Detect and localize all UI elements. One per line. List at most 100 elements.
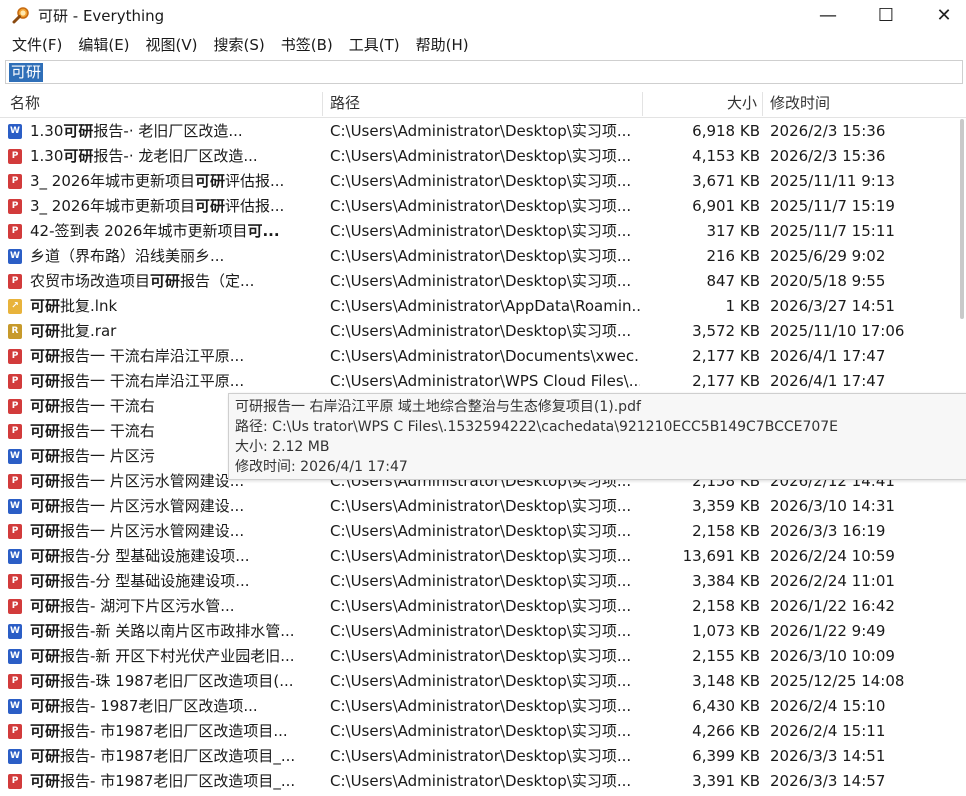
- table-row[interactable]: P 可研报告一 干流右岸沿江平原... C:\Users\Administrator…: [0, 369, 966, 394]
- file-name: 农贸市场改造项目可研报告（定...: [30, 269, 320, 294]
- table-row[interactable]: W 可研报告-新 开区下村光伏产业园老旧... C:\Users\Administr…: [0, 644, 966, 669]
- table-row[interactable]: P 可研报告-珠 1987老旧厂区改造项目(... C:\Users\Adminis…: [0, 669, 966, 694]
- file-name-match: 可研: [30, 497, 61, 515]
- file-modified: 2026/2/3 15:36: [770, 122, 886, 140]
- file-name: 3_ 2026年城市更新项目可研评估报...: [30, 194, 320, 219]
- pdf-file-icon: P: [8, 574, 22, 589]
- file-path: C:\Users\Administrator\AppData\Roamin...: [330, 297, 640, 315]
- file-name-match: 可研: [30, 772, 61, 790]
- file-path: C:\Users\Administrator\Desktop\实习项...: [330, 672, 632, 690]
- pdf-file-icon: P: [8, 724, 22, 739]
- table-row[interactable]: P 可研报告-分 型基础设施建设项... C:\Users\Administrato…: [0, 569, 966, 594]
- file-size: 2,158 KB: [692, 522, 760, 540]
- menu-tools[interactable]: 工具(T): [341, 31, 408, 59]
- file-size: 3,384 KB: [692, 572, 760, 590]
- file-name-suffix: 评估报...: [225, 172, 285, 190]
- table-row[interactable]: P 可研报告- 市1987老旧厂区改造项目... C:\Users\Administ…: [0, 719, 966, 744]
- table-row[interactable]: P 可研报告- 湖河下片区污水管... C:\Users\Administrator…: [0, 594, 966, 619]
- maximize-button[interactable]: ☐: [858, 0, 914, 30]
- file-path: C:\Users\Administrator\Desktop\实习项...: [330, 647, 632, 665]
- file-name-match: 可研: [30, 397, 61, 415]
- column-header-path[interactable]: 路径: [330, 90, 360, 117]
- table-row[interactable]: W 可研报告一 片区污水管网建设... C:\Users\Administrator…: [0, 494, 966, 519]
- file-name-suffix: 报告- 市1987老旧厂区改造项目_...: [60, 772, 296, 790]
- close-button[interactable]: ✕: [916, 0, 966, 30]
- pdf-file-icon: P: [8, 599, 22, 614]
- pdf-file-icon: P: [8, 524, 22, 539]
- table-row[interactable]: P 农贸市场改造项目可研报告（定... C:\Users\Administrato…: [0, 269, 966, 294]
- menu-file[interactable]: 文件(F): [4, 31, 70, 59]
- file-path: C:\Users\Administrator\Desktop\实习项...: [330, 597, 632, 615]
- file-name-suffix: 报告一 片区污水管网建设...: [60, 472, 245, 490]
- column-header-name[interactable]: 名称: [10, 90, 40, 117]
- table-row[interactable]: P 42-签到表 2026年城市更新项目可... C:\Users\Administ…: [0, 219, 966, 244]
- table-row[interactable]: W 可研报告-新 关路以南片区市政排水管... C:\Users\Administr…: [0, 619, 966, 644]
- column-header-modified[interactable]: 修改时间: [770, 90, 830, 117]
- table-row[interactable]: W 可研报告- 市1987老旧厂区改造项目_... C:\Users\Adminis…: [0, 744, 966, 769]
- pdf-file-icon: P: [8, 474, 22, 489]
- file-modified: 2025/11/10 17:06: [770, 322, 905, 340]
- table-row[interactable]: P 可研报告一 干流右岸沿江平原... C:\Users\Administrator…: [0, 344, 966, 369]
- file-path: C:\Users\Administrator\Desktop\实习项...: [330, 322, 632, 340]
- search-input[interactable]: 可研: [5, 60, 963, 84]
- file-modified: 2026/3/10 14:31: [770, 497, 895, 515]
- lnk-file-icon: ↗: [8, 299, 22, 314]
- table-row[interactable]: P 可研报告一 片区污水管网建设... C:\Users\Administrator…: [0, 519, 966, 544]
- file-modified: 2026/3/27 14:51: [770, 297, 895, 315]
- file-name-match: 可研: [30, 572, 61, 590]
- file-size: 6,918 KB: [692, 122, 760, 140]
- file-name-suffix: 批复.lnk: [60, 297, 118, 315]
- table-row[interactable]: ↗ 可研批复.lnk C:\Users\Administrator\AppData\…: [0, 294, 966, 319]
- column-divider[interactable]: [322, 92, 323, 116]
- file-name: 可研报告- 市1987老旧厂区改造项目_...: [30, 769, 320, 794]
- file-modified: 2026/2/24 10:59: [770, 547, 895, 565]
- window-title: 可研 - Everything: [38, 7, 165, 25]
- file-name-match: 可研: [30, 447, 61, 465]
- file-path: C:\Users\Administrator\Desktop\实习项...: [330, 147, 632, 165]
- table-row[interactable]: P 3_ 2026年城市更新项目可研评估报... C:\Users\Administ…: [0, 194, 966, 219]
- doc-file-icon: W: [8, 549, 22, 564]
- file-path: C:\Users\Administrator\Desktop\实习项...: [330, 247, 632, 265]
- file-name-match: 可研: [30, 322, 61, 340]
- file-modified: 2025/11/7 15:11: [770, 222, 895, 240]
- scrollbar-thumb[interactable]: [960, 119, 964, 319]
- table-row[interactable]: R 可研批复.rar C:\Users\Administrator\Desktop\…: [0, 319, 966, 344]
- table-row[interactable]: W 乡道（界布路）沿线美丽乡... C:\Users\Administrator\…: [0, 244, 966, 269]
- file-name-match: 可研: [63, 147, 94, 165]
- file-name: 可研批复.lnk: [30, 294, 320, 319]
- file-size: 4,153 KB: [692, 147, 760, 165]
- table-row[interactable]: W 可研报告- 1987老旧厂区改造项... C:\Users\Administra…: [0, 694, 966, 719]
- table-row[interactable]: P 1.30可研报告-· 龙老旧厂区改造... C:\Users\Administr…: [0, 144, 966, 169]
- file-name-match: 可研: [30, 297, 61, 315]
- file-name-match: 可研: [30, 622, 61, 640]
- tooltip-filename: 可研报告一 右岸沿江平原 域土地综合整治与生态修复项目(1).pdf: [235, 399, 641, 415]
- menu-view[interactable]: 视图(V): [138, 31, 206, 59]
- table-row[interactable]: W 可研报告-分 型基础设施建设项... C:\Users\Administrato…: [0, 544, 966, 569]
- minimize-button[interactable]: —: [800, 0, 856, 30]
- doc-file-icon: W: [8, 649, 22, 664]
- menu-help[interactable]: 帮助(H): [408, 31, 477, 59]
- file-modified: 2026/3/3 16:19: [770, 522, 886, 540]
- file-name-suffix: 报告-新 关路以南片区市政排水管...: [60, 622, 295, 640]
- file-name-suffix: 报告一 片区污: [60, 447, 155, 465]
- file-name-suffix: 报告一 干流右: [60, 397, 155, 415]
- menu-edit[interactable]: 编辑(E): [70, 31, 137, 59]
- column-divider[interactable]: [762, 92, 763, 116]
- column-header-size[interactable]: 大小: [727, 90, 757, 117]
- file-name-match: 可研: [195, 172, 226, 190]
- file-size: 3,671 KB: [692, 172, 760, 190]
- doc-file-icon: W: [8, 249, 22, 264]
- menu-search[interactable]: 搜索(S): [206, 31, 273, 59]
- table-row[interactable]: P 可研报告- 市1987老旧厂区改造项目_... C:\Users\Adminis…: [0, 769, 966, 794]
- file-path: C:\Users\Administrator\Desktop\实习项...: [330, 222, 632, 240]
- file-name: 可研报告-新 开区下村光伏产业园老旧...: [30, 644, 320, 669]
- table-row[interactable]: P 3_ 2026年城市更新项目可研评估报... C:\Users\Administ…: [0, 169, 966, 194]
- file-size: 216 KB: [706, 247, 760, 265]
- vertical-scrollbar[interactable]: [958, 119, 966, 796]
- table-row[interactable]: W 1.30可研报告-· 老旧厂区改造... C:\Users\Administra…: [0, 119, 966, 144]
- column-divider[interactable]: [642, 92, 643, 116]
- file-name-suffix: 报告一 片区污水管网建设...: [60, 497, 245, 515]
- file-size: 2,155 KB: [692, 647, 760, 665]
- menu-bookmarks[interactable]: 书签(B): [273, 31, 341, 59]
- file-path: C:\Users\Administrator\Desktop\实习项...: [330, 272, 632, 290]
